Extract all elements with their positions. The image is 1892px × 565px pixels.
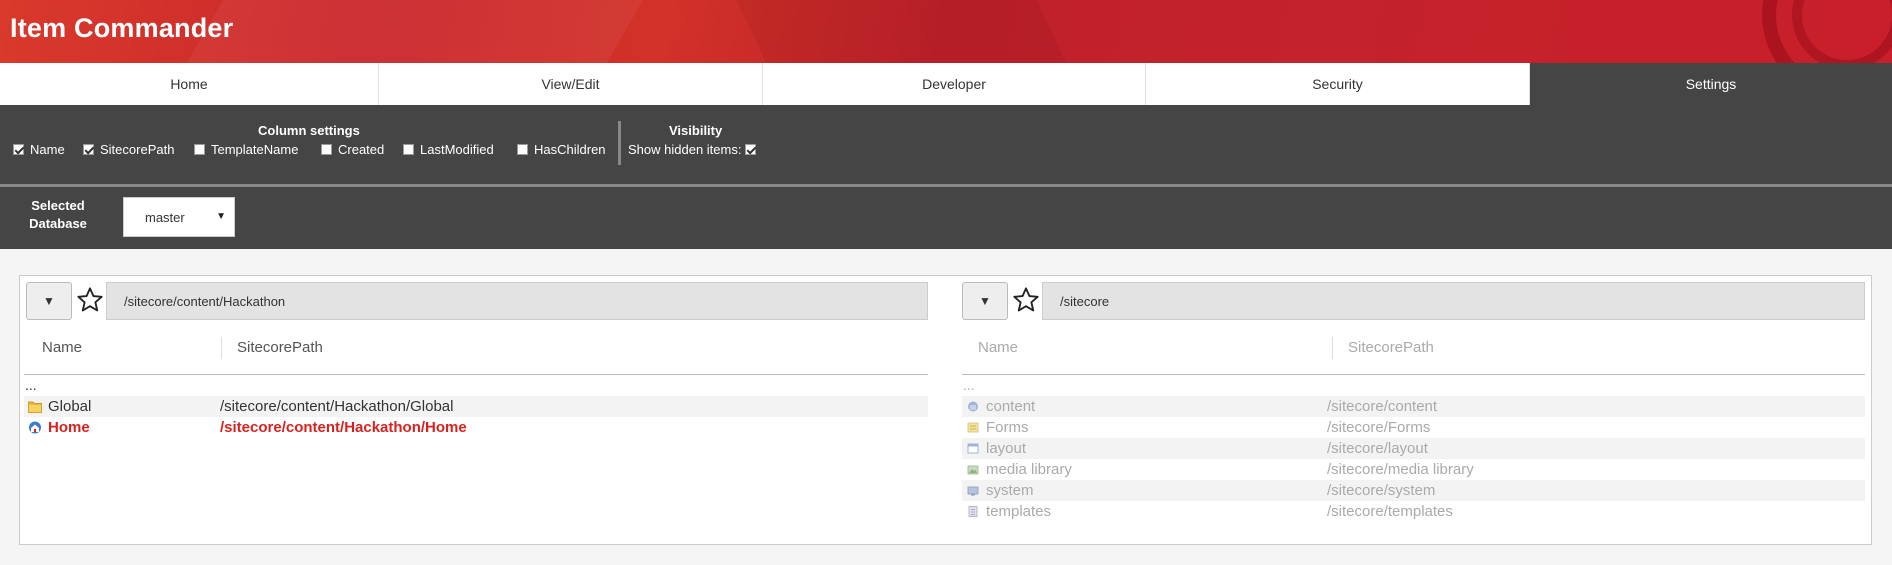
home-icon bbox=[29, 421, 41, 434]
star-icon[interactable] bbox=[1012, 286, 1040, 314]
left-path-input[interactable]: /sitecore/content/Hackathon bbox=[106, 282, 928, 320]
show-hidden-label: Show hidden items: bbox=[628, 142, 742, 157]
checkbox-icon[interactable] bbox=[83, 144, 94, 155]
column-header-name[interactable]: Name bbox=[42, 339, 82, 356]
commander-panel: ▼ /sitecore/content/Hackathon Name Sitec… bbox=[19, 275, 1872, 545]
checkbox-icon[interactable] bbox=[13, 144, 24, 155]
left-pane-dropdown-button[interactable]: ▼ bbox=[26, 282, 72, 320]
list-item[interactable]: content /sitecore/content bbox=[962, 396, 1865, 417]
folder-icon bbox=[28, 401, 42, 413]
item-path: /sitecore/templates bbox=[1327, 503, 1453, 520]
templates-icon bbox=[968, 506, 978, 517]
app-header: Item Commander bbox=[0, 0, 1892, 63]
checkbox-icon[interactable] bbox=[321, 144, 332, 155]
item-path: /sitecore/layout bbox=[1327, 440, 1428, 457]
checkbox-label: Created bbox=[338, 142, 385, 157]
checkbox-icon[interactable] bbox=[517, 144, 528, 155]
list-item[interactable]: layout /sitecore/layout bbox=[962, 438, 1865, 459]
checkbox-label: SitecorePath bbox=[100, 142, 175, 157]
checkbox-lastmodified[interactable]: LastModified bbox=[403, 142, 494, 157]
item-name: Home bbox=[48, 419, 90, 436]
selected-database-label: Selected Database bbox=[29, 198, 87, 231]
tab-security[interactable]: Security bbox=[1146, 63, 1530, 105]
checkbox-label: LastModified bbox=[420, 142, 494, 157]
show-hidden-items[interactable]: Show hidden items: bbox=[628, 142, 762, 157]
database-select[interactable]: master ▼ bbox=[123, 197, 235, 237]
parent-item[interactable]: ... bbox=[963, 377, 975, 393]
layout-icon bbox=[967, 443, 979, 454]
item-path: /sitecore/Forms bbox=[1327, 419, 1431, 436]
ribbon-group-divider bbox=[618, 121, 621, 165]
tab-settings[interactable]: Settings bbox=[1530, 63, 1892, 105]
checkbox-label: Name bbox=[30, 142, 65, 157]
content-icon bbox=[968, 401, 978, 412]
header-decoration bbox=[727, 0, 1093, 63]
tab-home[interactable]: Home bbox=[0, 63, 379, 105]
list-item[interactable]: templates /sitecore/templates bbox=[962, 501, 1865, 522]
header-divider bbox=[24, 374, 928, 375]
item-path: /sitecore/content/Hackathon/Global bbox=[220, 398, 454, 415]
system-icon bbox=[967, 486, 979, 496]
item-path: /sitecore/system bbox=[1327, 482, 1436, 499]
item-name: system bbox=[986, 482, 1034, 499]
tab-developer[interactable]: Developer bbox=[763, 63, 1146, 105]
column-divider bbox=[1332, 337, 1333, 359]
tab-view-edit[interactable]: View/Edit bbox=[379, 63, 763, 105]
right-pane-dropdown-button[interactable]: ▼ bbox=[962, 282, 1008, 320]
list-item[interactable]: system /sitecore/system bbox=[962, 480, 1865, 501]
item-path: /sitecore/content/Hackathon/Home bbox=[220, 419, 467, 436]
header-divider bbox=[962, 374, 1865, 375]
visibility-title: Visibility bbox=[669, 123, 723, 138]
forms-icon bbox=[967, 422, 979, 433]
caret-down-icon: ▼ bbox=[43, 294, 55, 308]
column-settings-title: Column settings bbox=[258, 123, 360, 138]
parent-item[interactable]: ... bbox=[25, 377, 37, 393]
checkbox-label: TemplateName bbox=[211, 142, 299, 157]
item-name: media library bbox=[986, 461, 1072, 478]
caret-down-icon: ▼ bbox=[979, 294, 991, 308]
star-icon[interactable] bbox=[76, 286, 104, 314]
checkbox-label: HasChildren bbox=[534, 142, 606, 157]
app-title: Item Commander bbox=[10, 13, 234, 43]
item-path: /sitecore/content bbox=[1327, 398, 1438, 415]
column-header-sitecorepath[interactable]: SitecorePath bbox=[237, 339, 323, 356]
right-path-input[interactable]: /sitecore bbox=[1042, 282, 1865, 320]
checkbox-templatename[interactable]: TemplateName bbox=[194, 142, 298, 157]
ribbon-tabs: Home View/Edit Developer Security Settin… bbox=[0, 63, 1892, 105]
database-value: master bbox=[145, 209, 185, 225]
column-header-name[interactable]: Name bbox=[978, 339, 1018, 356]
item-name: templates bbox=[986, 503, 1052, 520]
checkbox-created[interactable]: Created bbox=[321, 142, 384, 157]
list-item[interactable]: Global /sitecore/content/Hackathon/Globa… bbox=[24, 396, 928, 417]
checkbox-sitecorepath[interactable]: SitecorePath bbox=[83, 142, 174, 157]
database-bar: Selected Database master ▼ bbox=[0, 187, 1892, 249]
list-item-selected[interactable]: Home /sitecore/content/Hackathon/Home bbox=[24, 417, 928, 438]
chevron-down-icon: ▼ bbox=[216, 211, 226, 222]
column-header-sitecorepath[interactable]: SitecorePath bbox=[1348, 339, 1434, 356]
media-library-icon bbox=[967, 465, 979, 475]
item-name: content bbox=[986, 398, 1036, 415]
header-swirl bbox=[1792, 0, 1892, 63]
item-name: Global bbox=[48, 398, 92, 415]
checkbox-icon[interactable] bbox=[403, 144, 414, 155]
column-divider bbox=[221, 337, 222, 359]
item-name: layout bbox=[986, 440, 1027, 457]
show-hidden-checkbox[interactable] bbox=[745, 144, 757, 155]
item-name: Forms bbox=[986, 419, 1029, 436]
list-item[interactable]: media library /sitecore/media library bbox=[962, 459, 1865, 480]
checkbox-haschildren[interactable]: HasChildren bbox=[517, 142, 606, 157]
checkbox-icon[interactable] bbox=[194, 144, 205, 155]
checkbox-name[interactable]: Name bbox=[13, 142, 65, 157]
item-path: /sitecore/media library bbox=[1327, 461, 1474, 478]
list-item[interactable]: Forms /sitecore/Forms bbox=[962, 417, 1865, 438]
